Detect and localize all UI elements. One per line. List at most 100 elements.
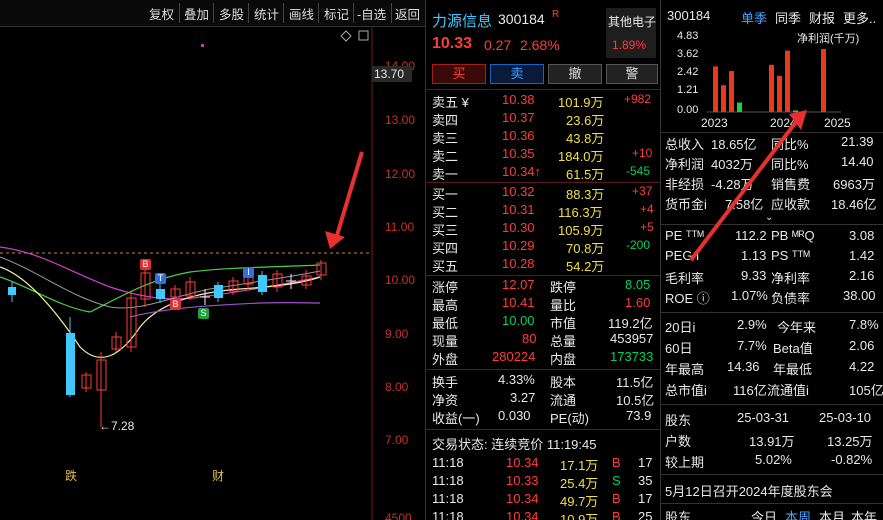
tab-report[interactable]: 财报 bbox=[809, 8, 835, 27]
sector-box[interactable]: 其他电子 1.89% bbox=[606, 8, 656, 58]
stat-value: 12.07 bbox=[502, 277, 535, 292]
stat-label: PE(动) bbox=[550, 411, 590, 426]
sector-name: 其他电子 bbox=[608, 15, 657, 29]
bid-volume: 116.3万 bbox=[558, 205, 603, 220]
stats2-row: 收益(一) 0.030 PE(动) 73.9 bbox=[426, 408, 661, 426]
tab-more[interactable]: 更多.. bbox=[843, 8, 876, 27]
bid-row-4[interactable]: 买四 10.29 70.8万 -200 bbox=[426, 238, 661, 256]
i-marker[interactable]: I bbox=[243, 267, 254, 278]
fin-value: 105亿 bbox=[849, 383, 883, 398]
ask-row-4[interactable]: 卖四 10.37 23.6万 bbox=[426, 110, 661, 128]
tab-same-quarter[interactable]: 同季 bbox=[775, 8, 801, 27]
notice-link[interactable]: 5月12日召开2024年度股东会 bbox=[665, 481, 833, 500]
kline-chart[interactable]: B T I B S ←7.28 14.00 13.70 13.00 12.00 … bbox=[0, 27, 425, 520]
buy-marker-2[interactable]: B bbox=[170, 299, 181, 310]
ask-row-5[interactable]: 卖五 ¥ 10.38 101.9万 +982 bbox=[426, 92, 661, 110]
fin-value: 1.07% bbox=[731, 288, 768, 303]
last-price: 10.33 bbox=[432, 35, 473, 52]
bottom-tab-year[interactable]: 本年 bbox=[851, 507, 877, 520]
price-label-8: 8.00 bbox=[385, 380, 409, 394]
t-marker[interactable]: T bbox=[155, 273, 166, 284]
ask-row-3[interactable]: 卖三 10.36 43.8万 bbox=[426, 128, 661, 146]
bid-volume: 54.2万 bbox=[566, 259, 605, 274]
toolbar-diejia[interactable]: 叠加 bbox=[184, 4, 209, 23]
annotation-arrow bbox=[689, 110, 807, 262]
bid-label: 买五 bbox=[432, 259, 459, 274]
event-label-die[interactable]: 跌 bbox=[65, 467, 77, 484]
chart-toolbar: 复权 叠加 多股 统计 画线 标记 -自选 返回 bbox=[0, 0, 425, 27]
sell-button[interactable]: 卖 bbox=[490, 64, 544, 84]
fin-value: 14.36 bbox=[727, 359, 760, 374]
bid-label: 买一 bbox=[432, 187, 459, 202]
tick-side: B bbox=[612, 491, 621, 506]
bid-delta: +4 bbox=[640, 202, 654, 216]
buy-marker[interactable]: B bbox=[140, 259, 151, 270]
fin-label: Beta值 bbox=[773, 341, 813, 356]
tick-volume: 10.9万 bbox=[560, 512, 599, 520]
price-label-11: 11.00 bbox=[385, 220, 415, 234]
bid-price: 10.30 bbox=[502, 220, 535, 235]
bottom-tab-holders[interactable]: 股东 bbox=[665, 507, 691, 520]
ask-price: 10.36 bbox=[502, 128, 535, 143]
bid-row-3[interactable]: 买三 10.30 105.9万 +5 bbox=[426, 220, 661, 238]
toolbar-huaxian[interactable]: 画线 bbox=[289, 4, 314, 23]
toolbar-zixuan[interactable]: -自选 bbox=[357, 4, 386, 23]
stat-label: 最高 bbox=[432, 298, 459, 313]
bid-label: 买四 bbox=[432, 241, 459, 256]
stat-label: 总量 bbox=[550, 334, 577, 349]
holder-row: 股东 25-03-31 25-03-10 bbox=[661, 410, 883, 430]
ask-price: 10.35 bbox=[502, 146, 535, 161]
toolbar-fuquan[interactable]: 复权 bbox=[149, 4, 174, 23]
ask-row-1[interactable]: 卖一 10.34↑ 61.5万 -545 bbox=[426, 164, 661, 182]
tab-quarter[interactable]: 单季 bbox=[741, 8, 767, 27]
tick-count: 17 bbox=[638, 455, 653, 470]
toolbar-duogu[interactable]: 多股 bbox=[219, 4, 244, 23]
fin-row: ROE ⓘ 1.07% 负债率 38.00 bbox=[661, 288, 883, 308]
bid-row-5[interactable]: 买五 10.28 54.2万 bbox=[426, 256, 661, 274]
toolbar-biaoji[interactable]: 标记 bbox=[324, 4, 349, 23]
ask-label: 卖三 bbox=[432, 131, 459, 146]
bottom-tab-week[interactable]: 本周 bbox=[785, 507, 811, 520]
price-label-12: 12.00 bbox=[385, 167, 416, 181]
tick-price: 10.33 bbox=[506, 473, 539, 488]
cancel-order-button[interactable]: 撤 bbox=[548, 64, 602, 84]
bid-price: 10.29 bbox=[502, 238, 535, 253]
fin-label: 20日i bbox=[665, 320, 696, 335]
stock-name: 力源信息 bbox=[432, 13, 493, 30]
stat-label: 收益(一) bbox=[432, 411, 480, 426]
tick-row: 11:18 10.34 17.1万 B 17 bbox=[426, 455, 661, 473]
price-label-10: 10.00 bbox=[385, 273, 416, 287]
fin-label: 今年来 bbox=[777, 320, 817, 335]
ask-label: 卖一 bbox=[432, 167, 459, 182]
bid-volume: 88.3万 bbox=[566, 187, 605, 202]
buy-button[interactable]: 买 bbox=[432, 64, 486, 84]
ask-delta: -545 bbox=[626, 164, 651, 178]
bid-price: 10.32 bbox=[502, 184, 535, 199]
alert-button[interactable]: 警 bbox=[606, 64, 658, 84]
bid-delta: +5 bbox=[640, 220, 654, 234]
bid-row-2[interactable]: 买二 10.31 116.3万 +4 bbox=[426, 202, 661, 220]
toolbar-tongji[interactable]: 统计 bbox=[254, 4, 279, 23]
price-label-7: 7.00 bbox=[385, 433, 409, 447]
stat-label: 内盘 bbox=[550, 352, 577, 367]
fin-label: 总市值i bbox=[665, 383, 707, 398]
bid-volume: 105.9万 bbox=[558, 223, 604, 238]
stat-value: 173733 bbox=[610, 349, 654, 364]
ask-row-2[interactable]: 卖二 10.35 184.0万 +10 bbox=[426, 146, 661, 164]
holder-row: 户数 13.91万 13.25万 bbox=[661, 431, 883, 451]
tick-row: 11:18 10.34 49.7万 B 17 bbox=[426, 491, 661, 509]
bottom-tab-month[interactable]: 本月 bbox=[819, 507, 845, 520]
bid-row-1[interactable]: 买一 10.32 88.3万 +37 bbox=[426, 184, 661, 202]
tick-side: B bbox=[612, 455, 621, 470]
stat-label: 量比 bbox=[550, 298, 577, 313]
stat-value: 0.030 bbox=[498, 408, 531, 423]
sell-marker[interactable]: S bbox=[198, 308, 209, 319]
ask-delta: +982 bbox=[624, 92, 652, 106]
toolbar-back[interactable]: 返回 bbox=[395, 4, 420, 23]
low-price-label: ←7.28 bbox=[99, 419, 135, 433]
tick-count: 17 bbox=[638, 491, 653, 506]
fin-label: ROE ⓘ bbox=[665, 291, 710, 306]
bottom-tab-today[interactable]: 今日 bbox=[751, 507, 777, 520]
holder-row: 较上期 5.02% -0.82% bbox=[661, 452, 883, 472]
event-label-cai[interactable]: 财 bbox=[212, 467, 224, 484]
